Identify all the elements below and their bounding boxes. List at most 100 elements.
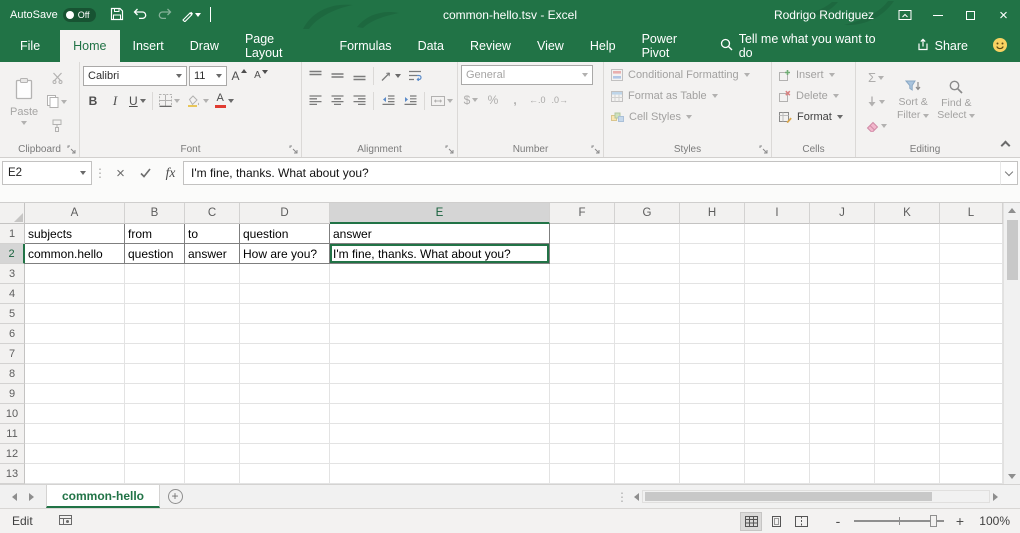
cell-E5[interactable] [330, 304, 550, 324]
column-header-J[interactable]: J [810, 203, 875, 224]
currency-format-button[interactable]: $ [461, 89, 481, 110]
column-header-I[interactable]: I [745, 203, 810, 224]
cell-K10[interactable] [875, 404, 940, 424]
insert-cells-button[interactable]: Insert [775, 65, 853, 85]
cell-G3[interactable] [615, 264, 680, 284]
cell-I7[interactable] [745, 344, 810, 364]
column-header-A[interactable]: A [25, 203, 125, 224]
tell-me-box[interactable]: Tell me what you want to do [720, 32, 892, 60]
cell-G10[interactable] [615, 404, 680, 424]
cell-L4[interactable] [940, 284, 1003, 304]
ribbon-tab-page-layout[interactable]: Page Layout [232, 30, 327, 62]
bold-button[interactable]: B [83, 90, 103, 111]
cell-H6[interactable] [680, 324, 745, 344]
cell-D6[interactable] [240, 324, 330, 344]
cell-D3[interactable] [240, 264, 330, 284]
page-layout-view-button[interactable] [765, 512, 787, 531]
enter-entry-button[interactable] [133, 161, 158, 185]
new-sheet-button[interactable]: + [160, 485, 190, 508]
conditional-formatting-button[interactable]: Conditional Formatting [607, 65, 769, 85]
row-header-10[interactable]: 10 [0, 404, 25, 424]
increase-indent-button[interactable] [400, 90, 420, 111]
cell-K8[interactable] [875, 364, 940, 384]
align-left-button[interactable] [305, 90, 325, 111]
cell-K4[interactable] [875, 284, 940, 304]
cell-F3[interactable] [550, 264, 615, 284]
cell-D1[interactable]: question [240, 224, 330, 244]
scroll-up-arrow-icon[interactable] [1004, 203, 1020, 218]
row-header-5[interactable]: 5 [0, 304, 25, 324]
cell-E2[interactable]: I'm fine, thanks. What about you? [330, 244, 550, 264]
cell-H1[interactable] [680, 224, 745, 244]
cell-A12[interactable] [25, 444, 125, 464]
cell-I6[interactable] [745, 324, 810, 344]
format-painter-button[interactable] [45, 115, 69, 136]
cell-F11[interactable] [550, 424, 615, 444]
column-header-D[interactable]: D [240, 203, 330, 224]
cell-G11[interactable] [615, 424, 680, 444]
cell-D8[interactable] [240, 364, 330, 384]
cell-H4[interactable] [680, 284, 745, 304]
select-all-corner[interactable] [0, 203, 25, 224]
cell-F10[interactable] [550, 404, 615, 424]
row-header-11[interactable]: 11 [0, 424, 25, 444]
cell-A1[interactable]: subjects [25, 224, 125, 244]
zoom-slider[interactable] [854, 520, 944, 522]
cell-D2[interactable]: How are you? [240, 244, 330, 264]
align-bottom-button[interactable] [349, 65, 369, 86]
cell-F2[interactable] [550, 244, 615, 264]
underline-button[interactable]: U [127, 90, 148, 111]
ribbon-tab-file[interactable]: File [0, 30, 60, 62]
cell-H7[interactable] [680, 344, 745, 364]
cell-F12[interactable] [550, 444, 615, 464]
user-name[interactable]: Rodrigo Rodriguez [774, 8, 874, 22]
cell-E12[interactable] [330, 444, 550, 464]
cell-B7[interactable] [125, 344, 185, 364]
cell-F6[interactable] [550, 324, 615, 344]
scroll-left-arrow-icon[interactable] [634, 493, 639, 501]
customize-qat-icon[interactable] [210, 8, 211, 22]
align-top-button[interactable] [305, 65, 325, 86]
clear-button[interactable] [859, 115, 893, 136]
font-name-combo[interactable]: Calibri [83, 66, 187, 86]
cell-B5[interactable] [125, 304, 185, 324]
cell-H12[interactable] [680, 444, 745, 464]
fill-button[interactable] [859, 91, 893, 112]
cell-B8[interactable] [125, 364, 185, 384]
comma-format-button[interactable]: , [505, 89, 525, 110]
cell-I8[interactable] [745, 364, 810, 384]
cell-G6[interactable] [615, 324, 680, 344]
cell-A9[interactable] [25, 384, 125, 404]
cell-E1[interactable]: answer [330, 224, 550, 244]
cell-G13[interactable] [615, 464, 680, 484]
cell-J5[interactable] [810, 304, 875, 324]
copy-button[interactable] [45, 91, 69, 112]
cell-D4[interactable] [240, 284, 330, 304]
column-header-F[interactable]: F [550, 203, 615, 224]
autosum-button[interactable]: Σ [859, 67, 893, 88]
formula-bar-resize-handle[interactable]: ⋮ [92, 161, 108, 185]
cell-H10[interactable] [680, 404, 745, 424]
cell-K11[interactable] [875, 424, 940, 444]
cell-D10[interactable] [240, 404, 330, 424]
ribbon-tab-draw[interactable]: Draw [177, 30, 232, 62]
cell-H13[interactable] [680, 464, 745, 484]
row-header-3[interactable]: 3 [0, 264, 25, 284]
cell-H5[interactable] [680, 304, 745, 324]
macro-record-icon[interactable] [59, 514, 72, 529]
font-size-combo[interactable]: 11 [189, 66, 227, 86]
autosave-toggle[interactable]: AutoSave Off [10, 8, 96, 22]
scroll-down-arrow-icon[interactable] [1004, 469, 1020, 484]
cell-E9[interactable] [330, 384, 550, 404]
cell-G5[interactable] [615, 304, 680, 324]
cell-G8[interactable] [615, 364, 680, 384]
format-as-table-button[interactable]: Format as Table [607, 86, 769, 106]
cell-D12[interactable] [240, 444, 330, 464]
italic-button[interactable]: I [105, 90, 125, 111]
cell-I10[interactable] [745, 404, 810, 424]
cell-H8[interactable] [680, 364, 745, 384]
row-header-8[interactable]: 8 [0, 364, 25, 384]
cell-A10[interactable] [25, 404, 125, 424]
cell-J1[interactable] [810, 224, 875, 244]
ribbon-tab-home[interactable]: Home [60, 30, 119, 62]
